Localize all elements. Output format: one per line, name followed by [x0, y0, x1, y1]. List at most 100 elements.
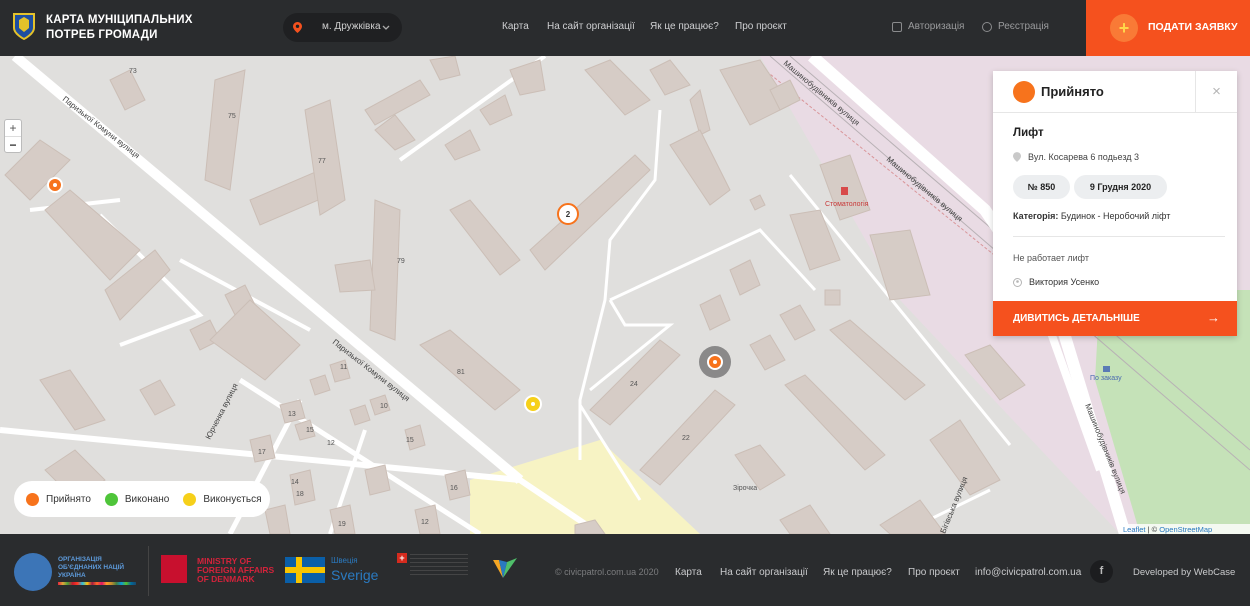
dk-text-line: OF DENMARK [197, 574, 255, 584]
swiss-cross-icon[interactable]: + [397, 553, 407, 563]
zoom-in-button[interactable]: + [5, 120, 21, 136]
category-label: Категорія: [1013, 211, 1059, 221]
view-details-button[interactable]: ДИВИТИСЬ ДЕТАЛЬНІШЕ → [993, 301, 1237, 336]
un-text-line: ОБ'ЄДНАНИХ НАЦІЙ [58, 564, 125, 571]
house-number: 17 [258, 449, 266, 456]
marker-accepted[interactable] [47, 177, 63, 193]
sweden-logo-text: Швеція [331, 556, 358, 565]
zoom-control: + − [4, 119, 22, 153]
popup-status: Прийнято [1041, 84, 1104, 99]
marker-in-progress[interactable] [524, 395, 542, 413]
house-number: 18 [296, 491, 304, 498]
register-icon [982, 21, 992, 32]
yellow-dot-icon [183, 492, 197, 506]
nav-link-about[interactable]: Про проєкт [735, 21, 787, 32]
popup-description: Не работает лифт [1013, 253, 1089, 263]
footer-link-about[interactable]: Про проєкт [908, 567, 960, 578]
un-text-line: ОРГАНІЗАЦІЯ [58, 556, 102, 563]
register-link[interactable]: Реєстрація [982, 21, 1049, 32]
facebook-icon[interactable]: f [1090, 560, 1113, 583]
footer-link-map[interactable]: Карта [675, 567, 702, 578]
poi-label: По заказу [1090, 375, 1122, 382]
orange-dot-icon [26, 492, 39, 506]
house-number: 15 [406, 437, 414, 444]
request-popup: Прийнято × Лифт Вул. Косарева 6 подьезд … [993, 71, 1237, 336]
attribution-separator: | © [1145, 525, 1160, 534]
un-logo[interactable] [14, 553, 52, 591]
login-icon [892, 21, 902, 32]
house-number: 12 [421, 519, 429, 526]
submit-request-label: ПОДАТИ ЗАЯВКУ [1148, 21, 1238, 33]
cluster-count: 2 [566, 210, 571, 219]
login-label: Авторизація [908, 21, 965, 32]
brand-title[interactable]: КАРТА МУНІЦИПАЛЬНИХ ПОТРЕБ ГРОМАДИ [46, 13, 196, 43]
user-icon [1013, 277, 1022, 287]
sweden-flag-logo[interactable] [285, 557, 325, 583]
footer-link-org-site[interactable]: На сайт організації [720, 567, 808, 578]
divider [148, 546, 149, 596]
popup-category: Категорія: Будинок - Неробочий ліфт [1013, 211, 1170, 221]
poi-label: Зірочка [733, 484, 757, 492]
close-button[interactable]: × [1195, 71, 1237, 113]
street-label: Юрченка вулиця [204, 382, 240, 441]
green-dot-icon [104, 492, 118, 506]
popup-author: Виктория Усенко [1013, 277, 1099, 287]
author-name: Виктория Усенко [1029, 277, 1100, 287]
address-text: Вул. Косарева 6 подьезд 3 [1028, 152, 1140, 162]
popup-header: Прийнято × [993, 71, 1237, 113]
login-link[interactable]: Авторизація [892, 21, 964, 32]
legend-label: Виконано [124, 493, 170, 505]
city-name: м. Дружківка [322, 21, 381, 32]
poi-label: Стоматологія [825, 200, 869, 208]
category-value: Будинок - Неробочий ліфт [1060, 211, 1171, 221]
status-dot-icon [1013, 81, 1035, 103]
nav-link-how-it-works[interactable]: Як це працює? [650, 21, 719, 32]
leaflet-link[interactable]: Leaflet [1123, 525, 1146, 534]
brand-title-line2: ПОТРЕБ ГРОМАДИ [46, 29, 158, 41]
location-pin-icon [1013, 152, 1021, 162]
footer-email-link[interactable]: info@civicpatrol.com.ua [975, 567, 1081, 578]
sweden-logo-text: Sverige [331, 567, 379, 583]
footer-link-how-it-works[interactable]: Як це працює? [823, 567, 892, 578]
shop-icon [1103, 366, 1110, 372]
legend-item-accepted: Прийнято [26, 492, 91, 506]
nav-link-map[interactable]: Карта [502, 21, 529, 32]
legend-label: Виконується [203, 493, 262, 505]
house-number: 75 [228, 113, 236, 120]
sdg-color-bar [58, 582, 136, 585]
popup-title: Лифт [1013, 127, 1044, 139]
house-number: 15 [306, 427, 314, 434]
house-number: 22 [682, 435, 690, 442]
view-details-label: ДИВИТИСЬ ДЕТАЛЬНІШЕ [1013, 313, 1140, 324]
house-number: 81 [457, 369, 465, 376]
plus-icon: + [1110, 14, 1138, 42]
city-selector[interactable]: м. Дружківка [283, 13, 402, 42]
nav-link-org-site[interactable]: На сайт організації [547, 21, 635, 32]
copyright-text: © civicpatrol.com.ua 2020 [555, 567, 659, 577]
marker-selected[interactable] [699, 346, 731, 378]
location-pin-icon [293, 22, 302, 33]
coat-of-arms-logo[interactable] [12, 12, 36, 40]
house-number: 10 [380, 403, 388, 410]
popup-address: Вул. Косарева 6 подьезд 3 [1013, 152, 1139, 162]
footer: ОРГАНІЗАЦІЯ ОБ'ЄДНАНИХ НАЦІЙ УКРАЇНА MIN… [0, 534, 1250, 606]
un-text-line: УКРАЇНА [58, 572, 86, 579]
cluster-marker[interactable]: 2 [557, 203, 579, 225]
house-number: 79 [397, 258, 405, 265]
house-number: 24 [630, 381, 638, 388]
house-number: 14 [291, 479, 299, 486]
swiss-logo-text-lines [410, 554, 468, 578]
status-legend: Прийнято Виконано Виконується [14, 481, 270, 517]
arrow-right-icon: → [1207, 310, 1220, 325]
house-number: 16 [450, 485, 458, 492]
osm-link[interactable]: OpenStreetMap [1159, 525, 1212, 534]
legend-label: Прийнято [46, 493, 91, 505]
submit-request-button[interactable]: + ПОДАТИ ЗАЯВКУ [1086, 0, 1250, 56]
house-number: 19 [338, 521, 346, 528]
denmark-crest-logo[interactable] [161, 555, 187, 583]
divider [1013, 236, 1225, 237]
zoom-out-button[interactable]: − [5, 136, 21, 152]
developer-credit[interactable]: Developed by WebCase [1133, 567, 1235, 578]
partner-v-logo[interactable] [491, 554, 519, 582]
street-label: Бігівська вулиця [939, 475, 970, 534]
